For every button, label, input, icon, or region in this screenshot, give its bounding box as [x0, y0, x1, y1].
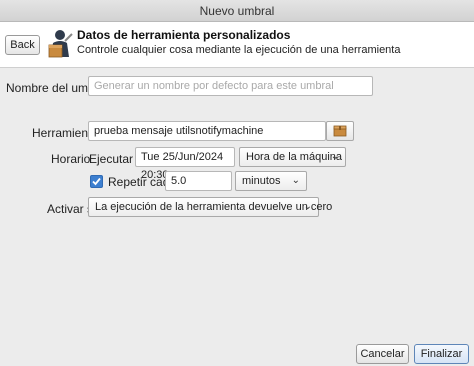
activate-if-select[interactable]: La ejecución de la herramienta devuelve … [88, 197, 332, 217]
custom-tool-person-icon [48, 30, 73, 58]
chevron-down-icon: ⌄ [303, 201, 312, 212]
chevron-down-icon: ⌄ [291, 175, 300, 186]
header-title: Datos de herramienta personalizados [77, 28, 291, 42]
threshold-name-input[interactable] [88, 76, 373, 96]
repeat-unit-value: minutos [242, 175, 281, 187]
time-base-value: Hora de la máquina [246, 151, 343, 163]
window-title: Nuevo umbral [0, 0, 474, 22]
back-button[interactable]: Back [5, 35, 40, 55]
dialog-window: Nuevo umbral Back Datos de herramienta p… [0, 0, 474, 366]
activate-if-value: La ejecución de la herramienta devuelve … [95, 201, 333, 213]
schedule-label: Horario [51, 152, 91, 166]
tool-browse-button[interactable] [326, 121, 354, 141]
header-subtitle: Controle cualquier cosa mediante la ejec… [77, 44, 401, 56]
box-icon [333, 125, 347, 137]
finish-button[interactable]: Finalizar [414, 344, 469, 364]
header-panel: Back Datos de herramienta personalizados… [0, 22, 474, 68]
repeat-interval-input[interactable]: 5.0 [165, 171, 232, 191]
tool-input[interactable]: prueba mensaje utilsnotifymachine [88, 121, 326, 141]
time-base-select[interactable]: Hora de la máquina ⌄ [239, 147, 346, 167]
chevron-down-icon: ⌄ [330, 151, 339, 162]
run-at-datetime-input[interactable]: Tue 25/Jun/2024 20:30 [135, 147, 235, 181]
repeat-checkbox[interactable] [90, 175, 103, 188]
cancel-button[interactable]: Cancelar [356, 344, 409, 364]
checkmark-icon [92, 177, 101, 186]
repeat-unit-select[interactable]: minutos ⌄ [235, 171, 307, 191]
